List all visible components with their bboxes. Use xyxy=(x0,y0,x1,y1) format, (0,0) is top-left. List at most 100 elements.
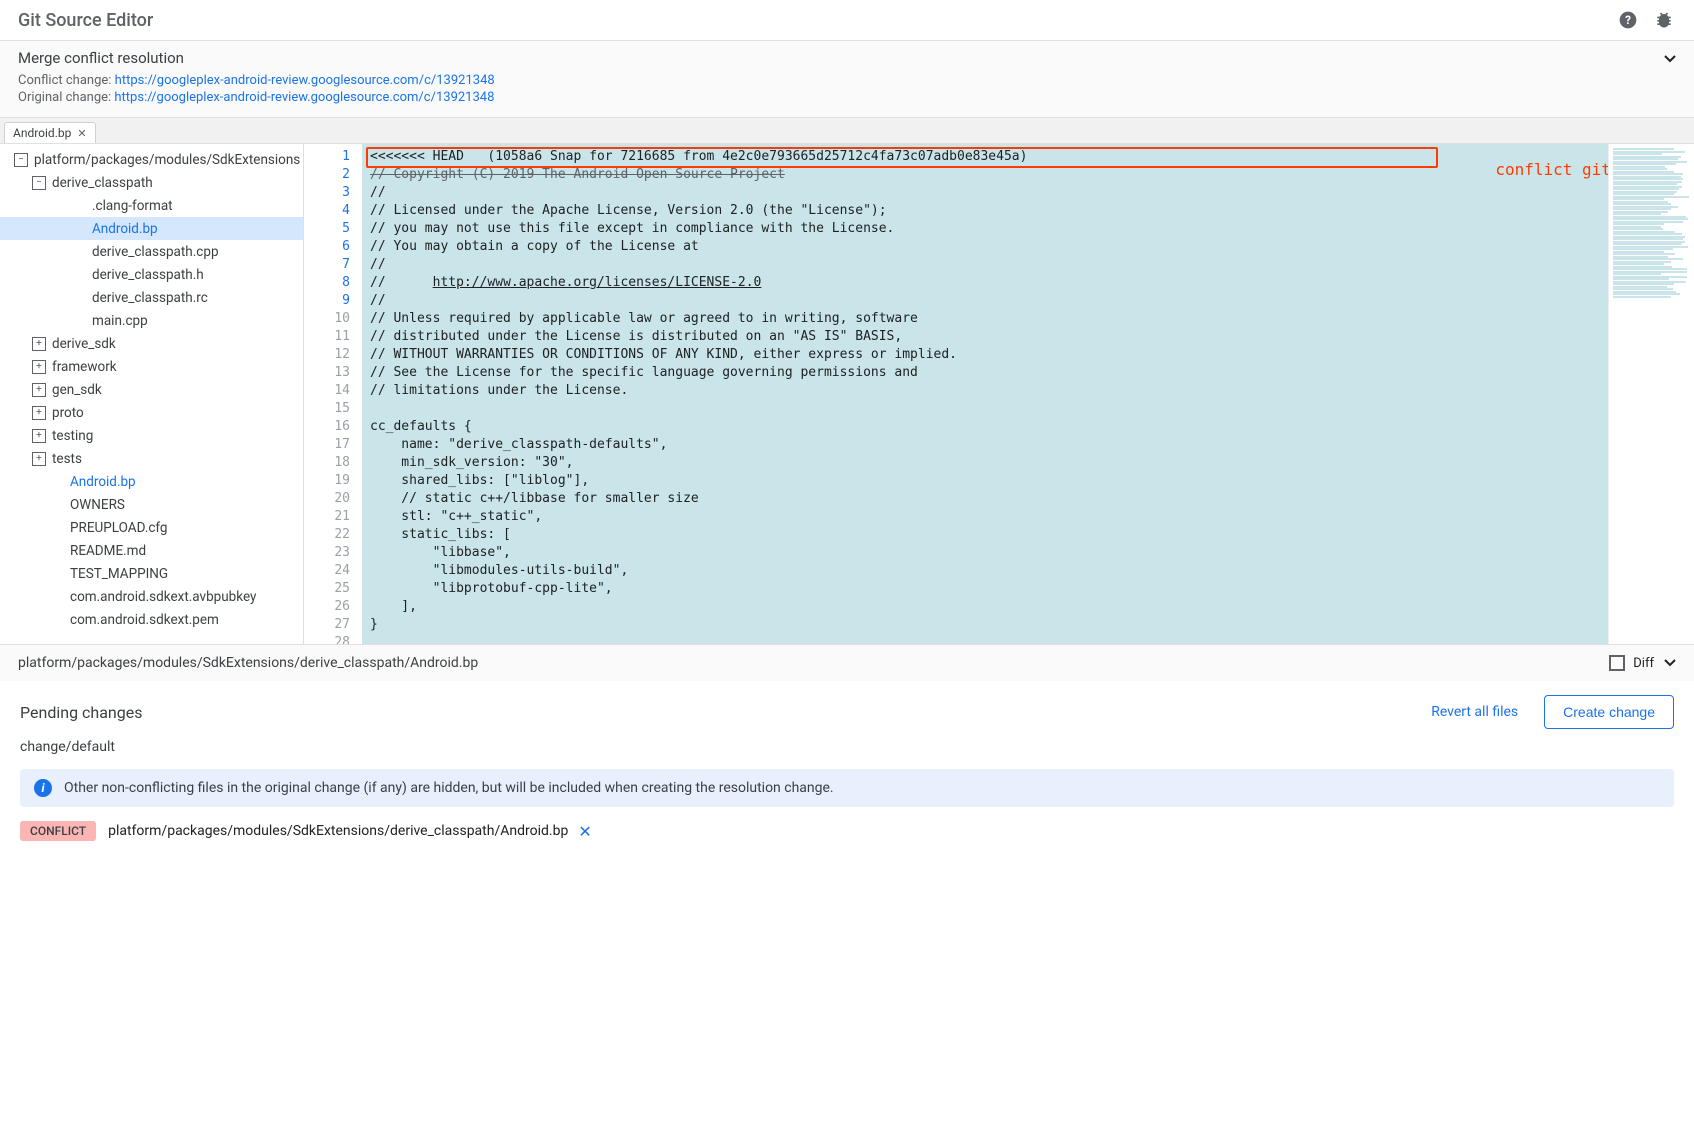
svg-text:?: ? xyxy=(1625,13,1631,27)
code-line[interactable] xyxy=(362,634,1608,644)
tree-item[interactable]: −platform/packages/modules/SdkExtensions xyxy=(0,148,303,171)
code-line[interactable]: // xyxy=(362,256,1608,274)
code-line[interactable]: static_libs: [ xyxy=(362,526,1608,544)
tree-item-label: proto xyxy=(52,405,84,421)
tree-item-label: framework xyxy=(52,359,117,375)
tree-item-label: TEST_MAPPING xyxy=(70,566,168,582)
tree-item-label: com.android.sdkext.pem xyxy=(70,612,219,628)
code-line[interactable]: // Copyright (C) 2019 The Android Open S… xyxy=(362,166,1608,184)
line-number: 1 xyxy=(304,148,350,166)
line-number: 3 xyxy=(304,184,350,202)
code-line[interactable]: "libbase", xyxy=(362,544,1608,562)
bug-icon[interactable] xyxy=(1652,8,1676,32)
code-line[interactable]: // Licensed under the Apache License, Ve… xyxy=(362,202,1608,220)
expand-icon[interactable]: + xyxy=(32,337,46,351)
close-tab-icon[interactable]: ✕ xyxy=(77,127,86,140)
tree-item[interactable]: +gen_sdk xyxy=(0,378,303,401)
merge-info-panel: Merge conflict resolution Conflict chang… xyxy=(0,41,1694,118)
line-number: 15 xyxy=(304,400,350,418)
code-line[interactable]: // http://www.apache.org/licenses/LICENS… xyxy=(362,274,1608,292)
expand-icon[interactable]: + xyxy=(32,383,46,397)
tree-item-label: com.android.sdkext.avbpubkey xyxy=(70,589,256,605)
tree-item[interactable]: .clang-format xyxy=(0,194,303,217)
tree-item-label: derive_classpath.cpp xyxy=(92,244,219,260)
code-line[interactable]: cc_defaults { xyxy=(362,418,1608,436)
tree-item[interactable]: com.android.sdkext.avbpubkey xyxy=(0,585,303,608)
code-area[interactable]: <<<<<<< HEAD (1058a6 Snap for 7216685 fr… xyxy=(362,144,1608,644)
code-link[interactable]: http://www.apache.org/licenses/LICENSE-2… xyxy=(433,275,762,290)
code-line[interactable]: // distributed under the License is dist… xyxy=(362,328,1608,346)
code-line[interactable]: } xyxy=(362,616,1608,634)
collapse-panel-icon[interactable] xyxy=(1664,55,1676,63)
tree-item[interactable]: derive_classpath.cpp xyxy=(0,240,303,263)
conflict-change-link[interactable]: https://googleplex-android-review.google… xyxy=(115,73,495,88)
info-banner: i Other non-conflicting files in the ori… xyxy=(20,769,1674,807)
tree-item-label: main.cpp xyxy=(92,313,148,329)
code-editor[interactable]: 1234567891011121314151617181920212223242… xyxy=(304,144,1694,644)
code-line[interactable]: shared_libs: ["liblog"], xyxy=(362,472,1608,490)
info-text: Other non-conflicting files in the origi… xyxy=(64,780,834,796)
tree-item[interactable]: PREUPLOAD.cfg xyxy=(0,516,303,539)
expand-icon[interactable]: + xyxy=(32,406,46,420)
line-number: 10 xyxy=(304,310,350,328)
code-line[interactable] xyxy=(362,400,1608,418)
code-line[interactable]: // WITHOUT WARRANTIES OR CONDITIONS OF A… xyxy=(362,346,1608,364)
tree-item[interactable]: + framework xyxy=(0,355,303,378)
tree-item[interactable]: TEST_MAPPING xyxy=(0,562,303,585)
pending-changes-panel: Pending changes Revert all files Create … xyxy=(0,681,1694,855)
tree-item[interactable]: −derive_classpath xyxy=(0,171,303,194)
line-number: 23 xyxy=(304,544,350,562)
file-tab[interactable]: Android.bp ✕ xyxy=(4,122,96,143)
tree-item[interactable]: + tests xyxy=(0,447,303,470)
remove-file-icon[interactable]: ✕ xyxy=(578,822,591,841)
tree-item[interactable]: Android.bp xyxy=(0,217,303,240)
code-line[interactable]: <<<<<<< HEAD (1058a6 Snap for 7216685 fr… xyxy=(362,148,1608,166)
code-line[interactable]: min_sdk_version: "30", xyxy=(362,454,1608,472)
tree-item[interactable]: com.android.sdkext.pem xyxy=(0,608,303,631)
tree-item[interactable]: Android.bp xyxy=(0,470,303,493)
tree-item[interactable]: + proto xyxy=(0,401,303,424)
code-line[interactable]: // Unless required by applicable law or … xyxy=(362,310,1608,328)
tree-item[interactable]: derive_classpath.h xyxy=(0,263,303,286)
code-line[interactable]: // xyxy=(362,184,1608,202)
minimap[interactable] xyxy=(1608,144,1694,644)
code-line[interactable]: // static c++/libbase for smaller size xyxy=(362,490,1608,508)
file-tree[interactable]: −platform/packages/modules/SdkExtensions… xyxy=(0,144,304,644)
tree-item[interactable]: README.md xyxy=(0,539,303,562)
revert-all-link[interactable]: Revert all files xyxy=(1431,704,1518,720)
create-change-button[interactable]: Create change xyxy=(1544,695,1674,729)
code-line[interactable]: "libmodules-utils-build", xyxy=(362,562,1608,580)
collapse-icon[interactable]: − xyxy=(32,176,46,190)
code-line[interactable]: "libprotobuf-cpp-lite", xyxy=(362,580,1608,598)
line-number: 27 xyxy=(304,616,350,634)
conflict-change-row: Conflict change: https://googleplex-andr… xyxy=(18,73,1676,88)
expand-icon[interactable]: + xyxy=(32,429,46,443)
editor-tabbar: Android.bp ✕ xyxy=(0,118,1694,144)
tree-item[interactable]: + derive_sdk xyxy=(0,332,303,355)
tree-item[interactable]: main.cpp xyxy=(0,309,303,332)
tree-item-label: derive_classpath.rc xyxy=(92,290,208,306)
code-line[interactable]: // xyxy=(362,292,1608,310)
merge-title: Merge conflict resolution xyxy=(18,49,1676,67)
code-line[interactable]: // You may obtain a copy of the License … xyxy=(362,238,1608,256)
code-line[interactable]: // See the License for the specific lang… xyxy=(362,364,1608,382)
tree-item-label: derive_sdk xyxy=(52,336,116,352)
tree-item-label: tests xyxy=(52,451,82,467)
collapse-icon[interactable]: − xyxy=(14,153,28,167)
tree-item[interactable]: derive_classpath.rc xyxy=(0,286,303,309)
tree-item[interactable]: +testing xyxy=(0,424,303,447)
expand-icon[interactable]: + xyxy=(32,360,46,374)
diff-checkbox[interactable] xyxy=(1609,655,1625,671)
original-change-link[interactable]: https://googleplex-android-review.google… xyxy=(114,90,494,105)
code-line[interactable]: stl: "c++_static", xyxy=(362,508,1608,526)
code-line[interactable]: name: "derive_classpath-defaults", xyxy=(362,436,1608,454)
code-line[interactable]: // limitations under the License. xyxy=(362,382,1608,400)
info-icon: i xyxy=(34,779,52,797)
code-line[interactable]: ], xyxy=(362,598,1608,616)
code-line[interactable]: // you may not use this file except in c… xyxy=(362,220,1608,238)
help-icon[interactable]: ? xyxy=(1616,8,1640,32)
tree-item[interactable]: OWNERS xyxy=(0,493,303,516)
diff-dropdown-icon[interactable] xyxy=(1664,659,1676,667)
conflict-badge: CONFLICT xyxy=(20,821,96,841)
expand-icon[interactable]: + xyxy=(32,452,46,466)
